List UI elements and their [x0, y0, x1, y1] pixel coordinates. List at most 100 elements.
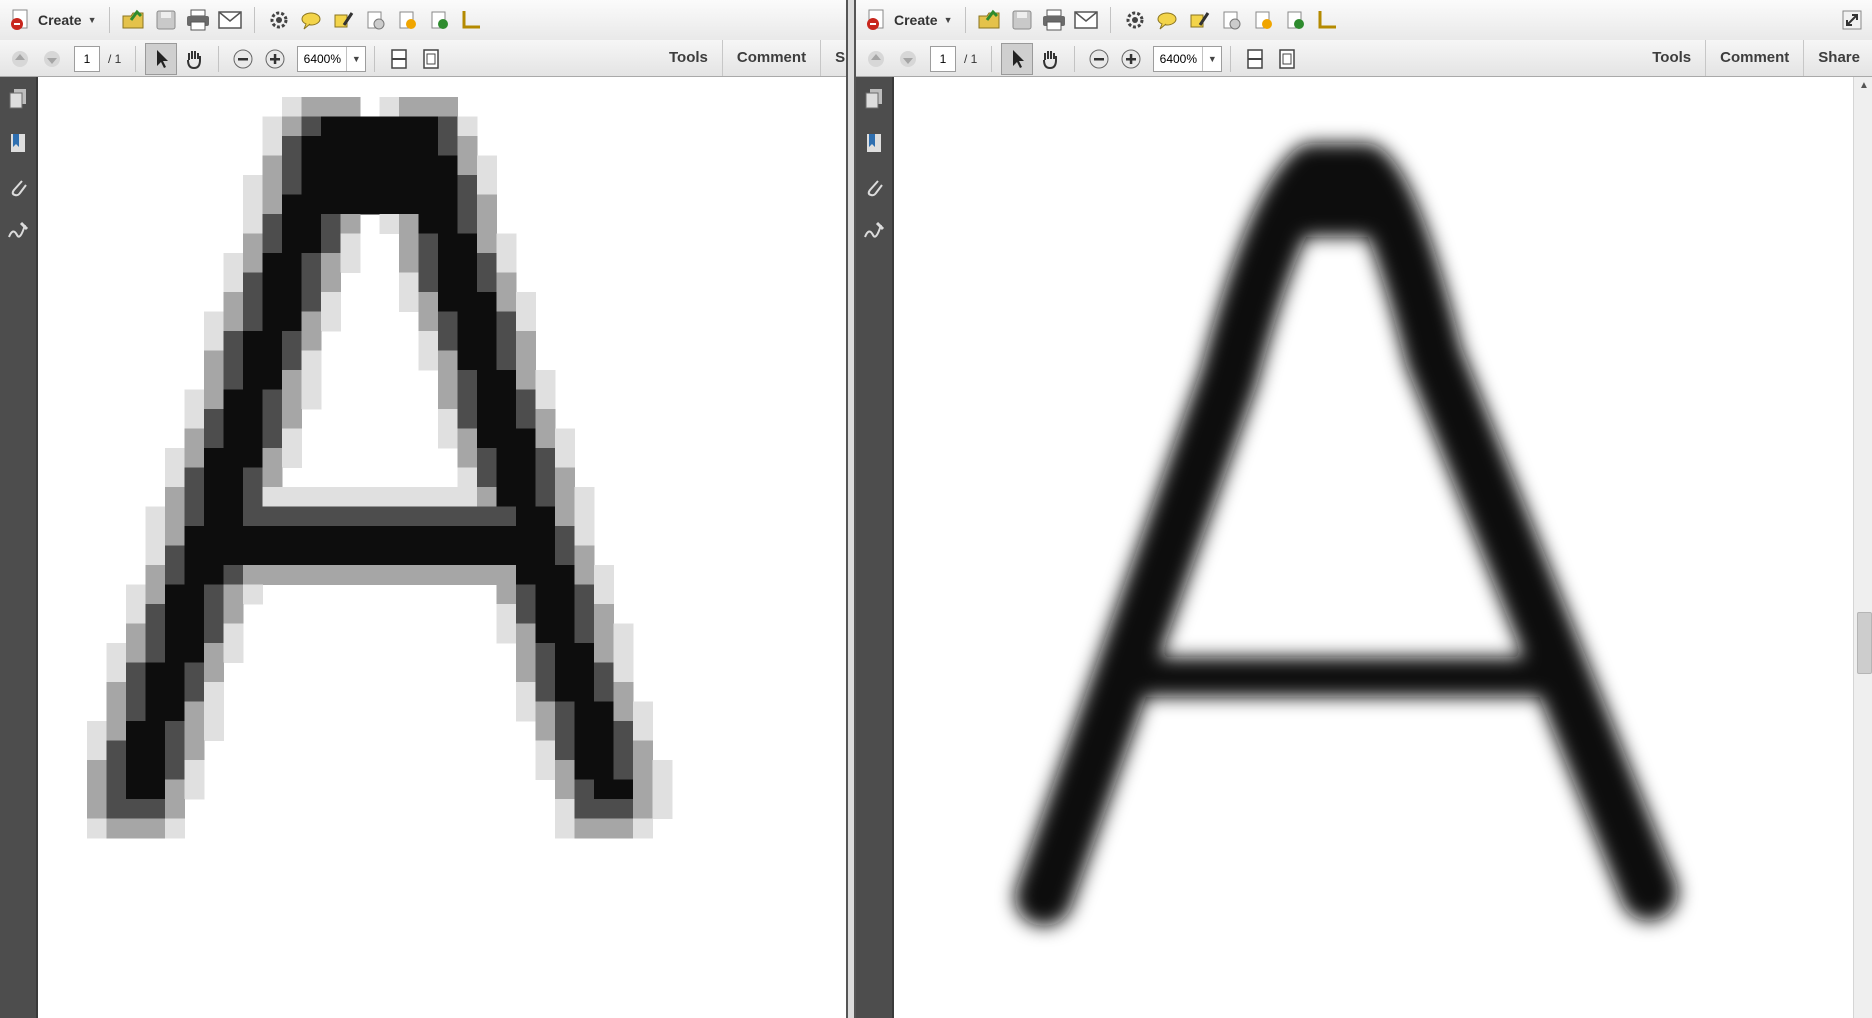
email-icon[interactable] [215, 5, 245, 35]
prev-page-icon[interactable] [5, 44, 35, 74]
fit-page-icon[interactable] [1272, 44, 1302, 74]
export-icon[interactable] [1280, 5, 1310, 35]
letter-pixel [184, 740, 205, 761]
letter-pixel [204, 370, 224, 390]
zoom-out-icon[interactable] [1084, 44, 1114, 74]
page-number-input[interactable]: 1 [74, 46, 100, 72]
letter-pixel [262, 487, 283, 507]
letter-pixel [516, 662, 536, 683]
attachments-icon[interactable] [0, 165, 36, 209]
scroll-thumb[interactable] [1857, 612, 1872, 674]
zoom-select[interactable]: 6400% ▼ [1153, 46, 1223, 72]
create-button[interactable]: Create ▼ [6, 8, 101, 32]
open-folder-icon[interactable] [975, 5, 1005, 35]
tools-link[interactable]: Tools [1638, 40, 1705, 76]
settings-icon[interactable] [1120, 5, 1150, 35]
chevron-down-icon[interactable]: ▼ [88, 15, 97, 25]
toolbar-separator [108, 7, 110, 33]
letter-pixel [204, 428, 224, 449]
letter-pixel [516, 526, 536, 546]
document-area[interactable] [38, 77, 846, 1018]
settings-icon[interactable] [264, 5, 294, 35]
bookmarks-icon[interactable] [856, 121, 892, 165]
prev-page-icon[interactable] [861, 44, 891, 74]
redact-icon[interactable] [360, 5, 390, 35]
vertical-scrollbar[interactable]: ▲ [1853, 77, 1872, 1018]
open-folder-icon[interactable] [119, 5, 149, 35]
letter-pixel [262, 370, 283, 390]
letter-pixel [594, 565, 614, 585]
comment-link[interactable]: Comment [1705, 40, 1803, 76]
letter-pixel [418, 116, 439, 137]
letter-pixel [262, 292, 283, 312]
comment-link[interactable]: Comment [721, 40, 820, 76]
measure-icon[interactable] [1312, 5, 1342, 35]
print-icon[interactable] [183, 5, 213, 35]
letter-pixel [594, 662, 614, 683]
letter-pixel [457, 565, 478, 585]
chevron-down-icon[interactable]: ▼ [346, 47, 365, 71]
tools-link[interactable]: Tools [655, 40, 722, 76]
letter-pixel [477, 409, 497, 429]
zoom-in-icon[interactable] [260, 44, 290, 74]
share-link[interactable]: Share [1803, 40, 1872, 76]
attachments-icon[interactable] [856, 165, 892, 209]
chevron-down-icon[interactable]: ▼ [944, 15, 953, 25]
letter-pixel [262, 526, 283, 546]
select-tool-icon[interactable] [145, 43, 178, 75]
letter-pixel [438, 526, 458, 546]
letter-pixel [87, 818, 107, 839]
fit-page-icon[interactable] [416, 44, 446, 74]
letter-pixel [204, 682, 224, 702]
print-icon[interactable] [1039, 5, 1069, 35]
zoom-select[interactable]: 6400% ▼ [297, 46, 367, 72]
email-icon[interactable] [1071, 5, 1101, 35]
create-pdf-icon [867, 9, 884, 30]
bookmarks-icon[interactable] [0, 121, 36, 165]
letter-pixel [477, 292, 497, 312]
letter-pixel [477, 506, 497, 527]
attach-doc-icon[interactable] [1248, 5, 1278, 35]
letter-pixel [262, 253, 283, 273]
save-icon[interactable] [1007, 5, 1037, 35]
pages-icon[interactable] [856, 77, 892, 121]
letter-pixel [496, 253, 517, 273]
save-icon[interactable] [151, 5, 181, 35]
letter-pixel [360, 487, 380, 507]
chevron-down-icon[interactable]: ▼ [1202, 47, 1221, 71]
scroll-up-icon[interactable]: ▲ [1854, 77, 1872, 95]
letter-pixel [496, 623, 517, 644]
hand-tool-icon[interactable] [1035, 44, 1065, 74]
letter-pixel [379, 214, 400, 234]
select-tool-icon[interactable] [1001, 43, 1034, 75]
page-number-input[interactable]: 1 [930, 46, 956, 72]
letter-pixel [555, 448, 575, 468]
zoom-in-icon[interactable] [1116, 44, 1146, 74]
letter-pixel [438, 506, 458, 527]
letter-pixel [223, 545, 244, 566]
attach-doc-icon[interactable] [392, 5, 422, 35]
letter-pixel [574, 779, 595, 800]
next-page-icon[interactable] [893, 44, 923, 74]
document-area[interactable] [894, 77, 1854, 1018]
highlight-icon[interactable] [1184, 5, 1214, 35]
highlight-icon[interactable] [328, 5, 358, 35]
expand-icon[interactable] [1837, 5, 1867, 35]
fit-width-icon[interactable] [1240, 44, 1270, 74]
measure-icon[interactable] [456, 5, 486, 35]
create-button[interactable]: Create ▼ [862, 8, 957, 32]
letter-pixel [477, 545, 497, 566]
share-link[interactable]: S [820, 40, 846, 76]
redact-icon[interactable] [1216, 5, 1246, 35]
pages-icon[interactable] [0, 77, 36, 121]
fit-width-icon[interactable] [384, 44, 414, 74]
export-icon[interactable] [424, 5, 454, 35]
letter-pixel [555, 779, 575, 800]
comment-icon[interactable] [296, 5, 326, 35]
hand-tool-icon[interactable] [179, 44, 209, 74]
comment-icon[interactable] [1152, 5, 1182, 35]
next-page-icon[interactable] [37, 44, 67, 74]
signatures-icon[interactable] [0, 209, 36, 253]
zoom-out-icon[interactable] [228, 44, 258, 74]
signatures-icon[interactable] [856, 209, 892, 253]
